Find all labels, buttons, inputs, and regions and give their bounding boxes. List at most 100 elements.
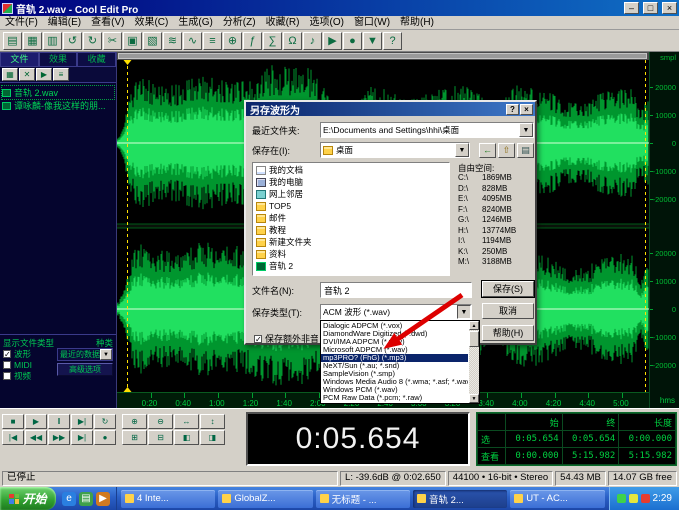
effects-icon[interactable]: ƒ [243, 32, 262, 50]
eq-icon[interactable]: Ω [283, 32, 302, 50]
minimize-button[interactable]: – [624, 2, 639, 14]
zoom-vertical-button[interactable]: ↕ [200, 414, 225, 429]
dropdown-arrow-icon[interactable]: ▼ [455, 143, 469, 157]
new-folder-icon[interactable]: ▤ [517, 143, 534, 158]
menu-item[interactable]: 分析(Z) [218, 16, 261, 30]
dialog-file-item[interactable]: 我的电脑 [254, 176, 448, 188]
taskbar-task-button[interactable]: 音轨 2... [413, 490, 507, 508]
taskbar-task-button[interactable]: UT - AC... [510, 490, 604, 508]
play-file-icon[interactable]: ▶ [36, 68, 52, 81]
file-type-checkbox-row[interactable]: 视频 [3, 370, 55, 381]
menu-item[interactable]: 选项(O) [304, 16, 348, 30]
format-option[interactable]: Microsoft ADPCM (*.wav) [321, 346, 468, 354]
scrollbar-thumb[interactable] [118, 53, 647, 59]
save-button[interactable]: 保存(S) [482, 281, 534, 297]
help-button[interactable]: 帮助(H) [482, 325, 534, 341]
format-option[interactable]: mp3PRO? (FhG) (*.mp3) [321, 354, 468, 362]
format-option[interactable]: DiamondWare Digitized (*.dwd) [321, 330, 468, 338]
save-icon[interactable]: ▥ [43, 32, 62, 50]
menu-item[interactable]: 收藏(R) [261, 16, 305, 30]
format-option[interactable]: Dialogic ADPCM (*.vox) [321, 322, 468, 330]
checkbox[interactable] [3, 361, 11, 369]
play-icon[interactable]: ▶ [323, 32, 342, 50]
tray-icon-yellow[interactable] [629, 494, 638, 503]
new-file-icon[interactable]: ▤ [3, 32, 22, 50]
open-file-item[interactable]: 音轨 2.wav [2, 86, 114, 99]
go-to-end-button[interactable]: ▶| [71, 430, 93, 445]
taskbar-task-button[interactable]: GlobalZ... [218, 490, 312, 508]
menu-item[interactable]: 编辑(E) [43, 16, 86, 30]
dialog-file-item[interactable]: 资料 [254, 248, 448, 260]
help-icon[interactable]: ? [383, 32, 402, 50]
go-to-start-button[interactable]: |◀ [2, 430, 24, 445]
multitrack-view-icon[interactable]: ≡ [203, 32, 222, 50]
recent-folder-dropdown[interactable]: E:\Documents and Settings\hhi\桌面 ▼ [320, 122, 534, 138]
internet-explorer-icon[interactable]: e [62, 492, 76, 506]
paste-icon[interactable]: ▧ [143, 32, 162, 50]
zoom-out-button[interactable]: ⊖ [148, 414, 173, 429]
open-file-icon[interactable]: ▦ [2, 68, 18, 81]
organizer-tab[interactable]: 文件 [0, 52, 39, 67]
fast-forward-button[interactable]: ▶▶ [48, 430, 70, 445]
zoom-in-button[interactable]: ⊕ [122, 414, 147, 429]
marker-icon[interactable]: ▼ [363, 32, 382, 50]
zoom-right-edge-button[interactable]: ◨ [200, 430, 225, 445]
menu-item[interactable]: 查看(V) [86, 16, 129, 30]
format-option[interactable]: NeXT/Sun (*.au; *.snd) [321, 362, 468, 370]
menu-item[interactable]: 文件(F) [0, 16, 43, 30]
tray-icon-red[interactable] [641, 494, 650, 503]
dialog-file-item[interactable]: 网上邻居 [254, 188, 448, 200]
dialog-file-item[interactable]: 教程 [254, 224, 448, 236]
mix-paste-icon[interactable]: ≋ [163, 32, 182, 50]
format-option[interactable]: SampleVision (*.smp) [321, 370, 468, 378]
dropdown-arrow-icon[interactable]: ▼ [100, 349, 112, 360]
record-button[interactable]: ● [94, 430, 116, 445]
taskbar-task-button[interactable]: 4 Inte... [121, 490, 215, 508]
back-icon[interactable]: ← [479, 143, 496, 158]
scroll-down-icon[interactable]: ▼ [469, 394, 479, 403]
cancel-button[interactable]: 取消 [482, 303, 534, 319]
cut-icon[interactable]: ✂ [103, 32, 122, 50]
advanced-options-button[interactable]: 高级选项 [57, 363, 113, 376]
undo-icon[interactable]: ↺ [63, 32, 82, 50]
amplify-icon[interactable]: ∑ [263, 32, 282, 50]
show-desktop-icon[interactable]: ▤ [79, 492, 93, 506]
restore-button[interactable]: □ [643, 2, 658, 14]
menu-item[interactable]: 效果(C) [129, 16, 173, 30]
record-icon[interactable]: ● [343, 32, 362, 50]
dialog-file-item[interactable]: 邮件 [254, 212, 448, 224]
zoom-out-full-button[interactable]: ⊟ [148, 430, 173, 445]
dialog-title-bar[interactable]: 另存波形为 ? × [246, 102, 535, 116]
play-to-end-button[interactable]: ▶| [71, 414, 93, 429]
open-file-item[interactable]: 谭咏麟-像我这样的朋... [2, 99, 114, 112]
close-file-icon[interactable]: ✕ [19, 68, 35, 81]
checkbox[interactable] [3, 372, 11, 380]
filename-input[interactable]: 音轨 2 [320, 282, 472, 298]
horizontal-scrollbar[interactable] [117, 52, 649, 60]
zoom-horizontal-button[interactable]: ↔ [174, 414, 199, 429]
organizer-tab[interactable]: 收藏 [77, 52, 116, 67]
rewind-button[interactable]: ◀◀ [25, 430, 47, 445]
format-option[interactable]: Windows Media Audio 8 (*.wma; *.asf; *.w… [321, 378, 468, 386]
pause-button[interactable]: ‖ [48, 414, 70, 429]
organizer-tab[interactable]: 效果 [39, 52, 78, 67]
music-icon[interactable]: ♪ [303, 32, 322, 50]
save-in-dropdown[interactable]: 桌面 ▼ [320, 142, 470, 158]
menu-item[interactable]: 窗口(W) [349, 16, 395, 30]
close-button[interactable]: × [662, 2, 677, 14]
save-extra-info-row[interactable]: 保存额外非音频信息 [254, 332, 318, 345]
redo-icon[interactable]: ↻ [83, 32, 102, 50]
up-folder-icon[interactable]: ⇧ [498, 143, 515, 158]
sort-dropdown[interactable]: 最近的数据 ▼ [57, 348, 113, 361]
zoom-selection-button[interactable]: ⊞ [122, 430, 147, 445]
copy-icon[interactable]: ▣ [123, 32, 142, 50]
dialog-file-item[interactable]: 我的文档 [254, 164, 448, 176]
menu-item[interactable]: 生成(G) [173, 16, 217, 30]
save-type-dropdown[interactable]: ACM 波形 (*.wav) ▼ [320, 304, 472, 320]
menu-item[interactable]: 帮助(H) [395, 16, 439, 30]
dropdown-arrow-icon[interactable]: ▼ [457, 305, 471, 319]
save-extra-info-checkbox[interactable] [254, 335, 262, 343]
dialog-file-item[interactable]: 新建文件夹 [254, 236, 448, 248]
loop-button[interactable]: ↻ [94, 414, 116, 429]
play-button[interactable]: ▶ [25, 414, 47, 429]
